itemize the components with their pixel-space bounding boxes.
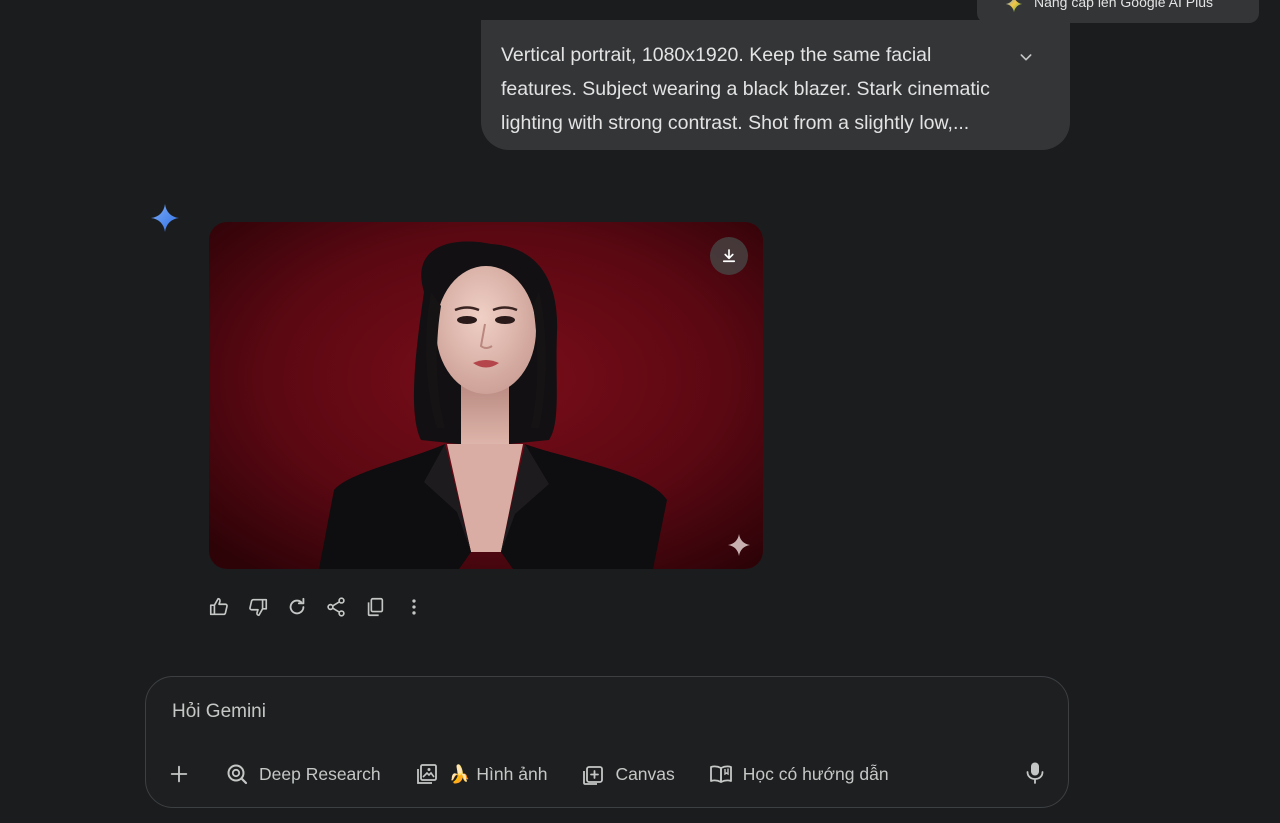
image-label: Hình ảnh: [476, 763, 548, 784]
more-vert-icon: [412, 599, 416, 615]
copy-icon: [367, 597, 384, 617]
response-actions: [206, 594, 440, 620]
chevron-down-icon: [1020, 54, 1032, 61]
generated-image[interactable]: [209, 222, 763, 569]
thumbs-down-icon: [249, 598, 268, 617]
share-button[interactable]: [323, 594, 349, 620]
thumbs-down-button[interactable]: [245, 594, 271, 620]
book-icon: [709, 765, 732, 783]
download-icon: [722, 249, 736, 263]
prompt-input[interactable]: [170, 695, 994, 729]
more-options-button[interactable]: [401, 594, 427, 620]
copy-button[interactable]: [362, 594, 388, 620]
guided-learning-label: Học có hướng dẫn: [742, 763, 889, 784]
deep-research-label: Deep Research: [259, 763, 381, 784]
canvas-button[interactable]: Canvas: [581, 762, 675, 786]
sparkle-icon: [728, 534, 750, 556]
deep-research-icon: [227, 764, 248, 785]
plus-icon: [170, 765, 188, 783]
redo-button[interactable]: [284, 594, 310, 620]
download-button[interactable]: [710, 237, 748, 275]
canvas-label: Canvas: [615, 763, 675, 784]
guided-learning-button[interactable]: Học có hướng dẫn: [709, 762, 889, 786]
gemini-color-icon: [1005, 0, 1023, 13]
add-button[interactable]: [168, 763, 190, 785]
microphone-button[interactable]: [1023, 759, 1047, 787]
redo-icon: [289, 597, 305, 615]
canvas-icon: [583, 766, 604, 785]
user-message-bubble: Vertical portrait, 1080x1920. Keep the s…: [481, 20, 1070, 150]
deep-research-button[interactable]: Deep Research: [225, 762, 381, 786]
microphone-icon: [1026, 762, 1044, 784]
thumbs-up-icon: [209, 597, 228, 616]
banana-emoji: 🍌: [448, 763, 471, 784]
gemini-sparkle-icon: [151, 204, 179, 232]
composer-tools: Deep Research 🍌 Hình ảnh Canvas Học có h…: [168, 759, 889, 789]
image-button[interactable]: 🍌 Hình ảnh: [415, 762, 548, 786]
upgrade-label: Nâng cấp lên Google AI Plus: [1034, 0, 1214, 10]
image-icon: [416, 764, 437, 784]
thumbs-up-button[interactable]: [206, 594, 232, 620]
portrait-illustration: [209, 222, 763, 569]
share-icon: [327, 597, 345, 617]
user-message-text: Vertical portrait, 1080x1920. Keep the s…: [501, 44, 990, 134]
prompt-composer: Deep Research 🍌 Hình ảnh Canvas Học có h…: [145, 676, 1069, 808]
expand-message-button[interactable]: [1013, 44, 1039, 70]
